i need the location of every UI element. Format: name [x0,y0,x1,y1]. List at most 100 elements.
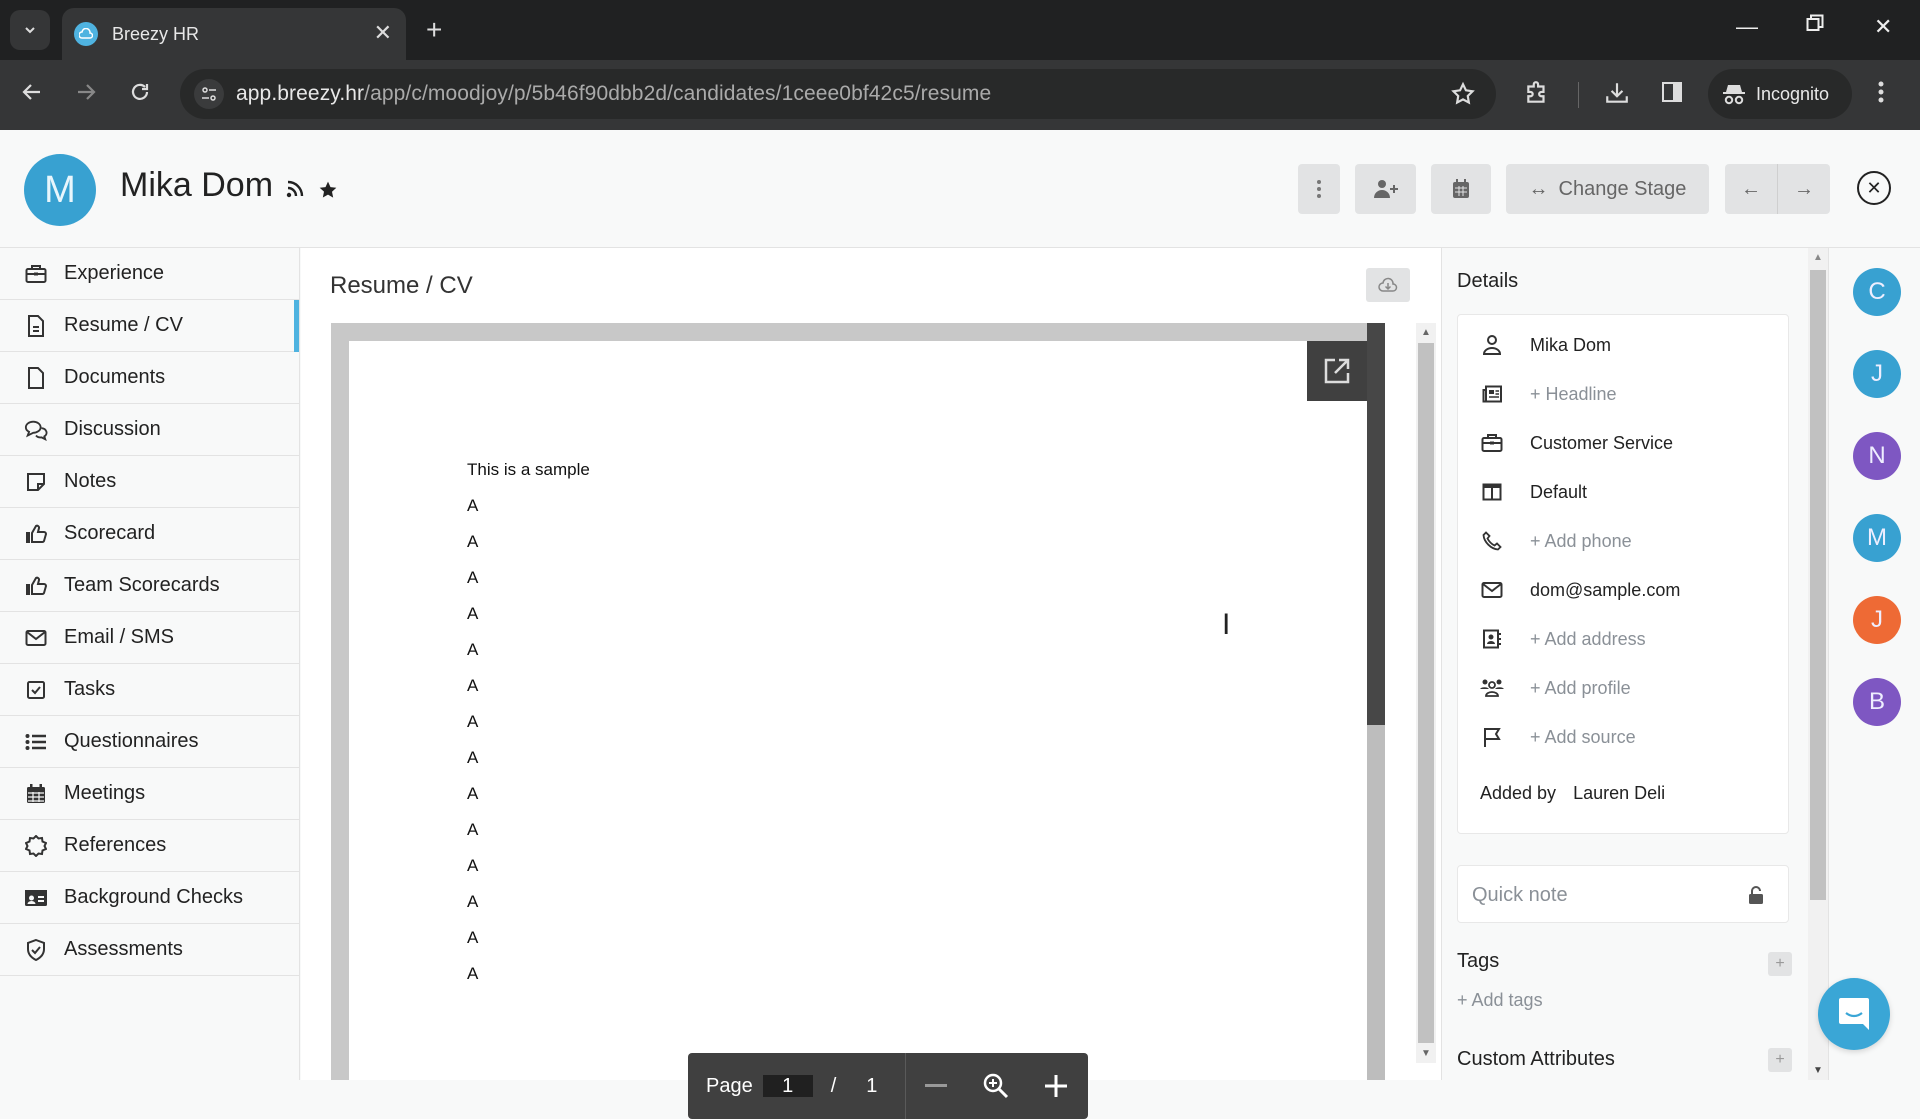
sidebar-item-documents[interactable]: Documents [0,352,299,404]
url-host: app.breezy.hr [236,82,365,105]
newspaper-icon [1480,385,1504,403]
scroll-down-icon[interactable]: ▼ [1421,1048,1431,1059]
pdf-scrollbar-thumb[interactable] [1367,323,1385,725]
sidebar-item-scorecard[interactable]: Scorecard [0,508,299,560]
unlock-icon[interactable] [1748,886,1764,904]
page-number-input[interactable]: 1 [762,1075,813,1097]
team-member-avatar[interactable]: J [1853,350,1901,398]
document-line: A [467,712,479,731]
previous-candidate-button[interactable]: ← [1725,164,1777,214]
extensions-icon[interactable] [1524,80,1550,106]
sidebar-item-notes[interactable]: Notes [0,456,299,508]
detail-row[interactable]: + Headline [1480,381,1617,407]
more-actions-button[interactable] [1298,164,1340,214]
add-tag-button[interactable]: + [1768,952,1792,976]
sidebar-item-label: Experience [64,262,165,284]
candidate-sidebar: Experience Resume / CV Documents Discussion… [0,248,300,1080]
detail-row[interactable]: + Add source [1480,724,1636,750]
detail-row[interactable]: Mika Dom [1480,332,1611,358]
close-candidate-button[interactable]: ✕ [1857,171,1891,205]
downloads-icon[interactable] [1604,80,1630,106]
team-member-avatar[interactable]: N [1853,432,1901,480]
address-bar[interactable]: app.breezy.hr/app/c/moodjoy/p/5b46f90dbb… [180,69,1496,119]
file-icon [24,366,48,390]
browser-menu-icon[interactable] [1878,80,1884,104]
sidebar-item-background-checks[interactable]: Background Checks [0,872,299,924]
tab-close-icon[interactable]: ✕ [374,20,392,46]
added-by-name[interactable]: Lauren Deli [1573,783,1665,803]
tab-title: Breezy HR [112,23,200,44]
reload-icon[interactable] [128,80,152,104]
bookmark-star-icon[interactable] [1450,81,1476,107]
detail-row[interactable]: Default [1480,479,1587,505]
details-scrollbar[interactable]: ▲ ▼ [1808,248,1828,1080]
team-member-avatar[interactable]: J [1853,596,1901,644]
forward-icon[interactable] [74,80,98,104]
add-tags-link[interactable]: + Add tags [1457,990,1543,1011]
sidebar-item-experience[interactable]: Experience [0,248,299,300]
sidebar-item-discussion[interactable]: Discussion [0,404,299,456]
sidebar-item-references[interactable]: References [0,820,299,872]
change-stage-label: Change Stage [1558,177,1687,200]
window-close-icon[interactable]: ✕ [1874,14,1892,40]
team-member-avatar[interactable]: B [1853,678,1901,726]
team-member-avatar[interactable]: M [1853,514,1901,562]
tab-search-button[interactable] [10,10,50,50]
scroll-down-icon[interactable]: ▼ [1813,1065,1823,1076]
download-resume-button[interactable] [1366,268,1410,302]
detail-row[interactable]: + Add address [1480,626,1646,652]
document-line: A [467,676,479,695]
open-external-button[interactable] [1307,341,1367,401]
details-scrollbar-thumb[interactable] [1810,270,1826,900]
panel-scrollbar-thumb[interactable] [1418,343,1434,1043]
detail-text: Mika Dom [1530,334,1612,355]
document-line: A [467,568,479,587]
sidebar-item-meetings[interactable]: Meetings [0,768,299,820]
detail-row[interactable]: Customer Service [1480,430,1673,456]
total-pages: 1 [866,1074,878,1097]
site-settings-icon[interactable] [194,79,224,109]
sidebar-item-team-scorecards[interactable]: Team Scorecards [0,560,299,612]
add-custom-attribute-button[interactable]: + [1768,1048,1792,1072]
detail-row[interactable]: + Add phone [1480,528,1632,554]
schedule-meeting-button[interactable] [1431,164,1491,214]
favorite-star-icon[interactable] [318,180,338,200]
add-follower-button[interactable] [1355,164,1416,214]
quick-note-input[interactable] [1472,880,1732,910]
detail-row[interactable]: dom@sample.com [1480,577,1680,603]
zoom-reset-button[interactable] [966,1053,1026,1119]
sidebar-item-label: Background Checks [64,886,243,908]
incognito-badge[interactable]: Incognito [1708,69,1852,119]
detail-row[interactable]: + Add profile [1480,675,1631,701]
sidebar-item-label: Tasks [64,678,116,700]
sidebar-item-assessments[interactable]: Assessments [0,924,299,976]
panel-scrollbar[interactable]: ▲ ▼ [1416,323,1436,1063]
detail-text: Customer Service [1530,432,1674,453]
zoom-out-button[interactable] [906,1053,966,1119]
team-member-avatar[interactable]: C [1853,268,1901,316]
chat-support-button[interactable] [1818,978,1890,1050]
new-tab-button[interactable]: + [426,14,442,46]
sidebar-item-email-sms[interactable]: Email / SMS [0,612,299,664]
sidebar-item-resume-cv[interactable]: Resume / CV [0,300,299,352]
sidebar-item-label: Team Scorecards [64,574,220,596]
rss-feed-icon[interactable] [286,180,304,198]
browser-tab[interactable]: Breezy HR ✕ [62,8,406,60]
calendar-icon [24,782,48,806]
columns-icon [1480,483,1504,501]
minimize-icon[interactable]: — [1736,14,1758,40]
scroll-up-icon[interactable]: ▲ [1421,327,1431,338]
side-panel-icon[interactable] [1660,80,1684,104]
sidebar-item-questionnaires[interactable]: Questionnaires [0,716,299,768]
candidate-header: M Mika Dom ↔ Change Stage ← → ✕ [0,130,1920,248]
next-candidate-button[interactable]: → [1778,164,1830,214]
sidebar-item-tasks[interactable]: Tasks [0,664,299,716]
browser-tab-bar: Breezy HR ✕ + — ✕ [0,0,1920,60]
pdf-controls: Page 1 / 1 [688,1053,1088,1119]
scroll-up-icon[interactable]: ▲ [1813,252,1823,263]
restore-icon[interactable] [1806,14,1824,32]
zoom-in-button[interactable] [1026,1053,1086,1119]
back-icon[interactable] [20,80,44,104]
change-stage-button[interactable]: ↔ Change Stage [1506,164,1709,214]
close-icon: ✕ [1866,177,1882,198]
